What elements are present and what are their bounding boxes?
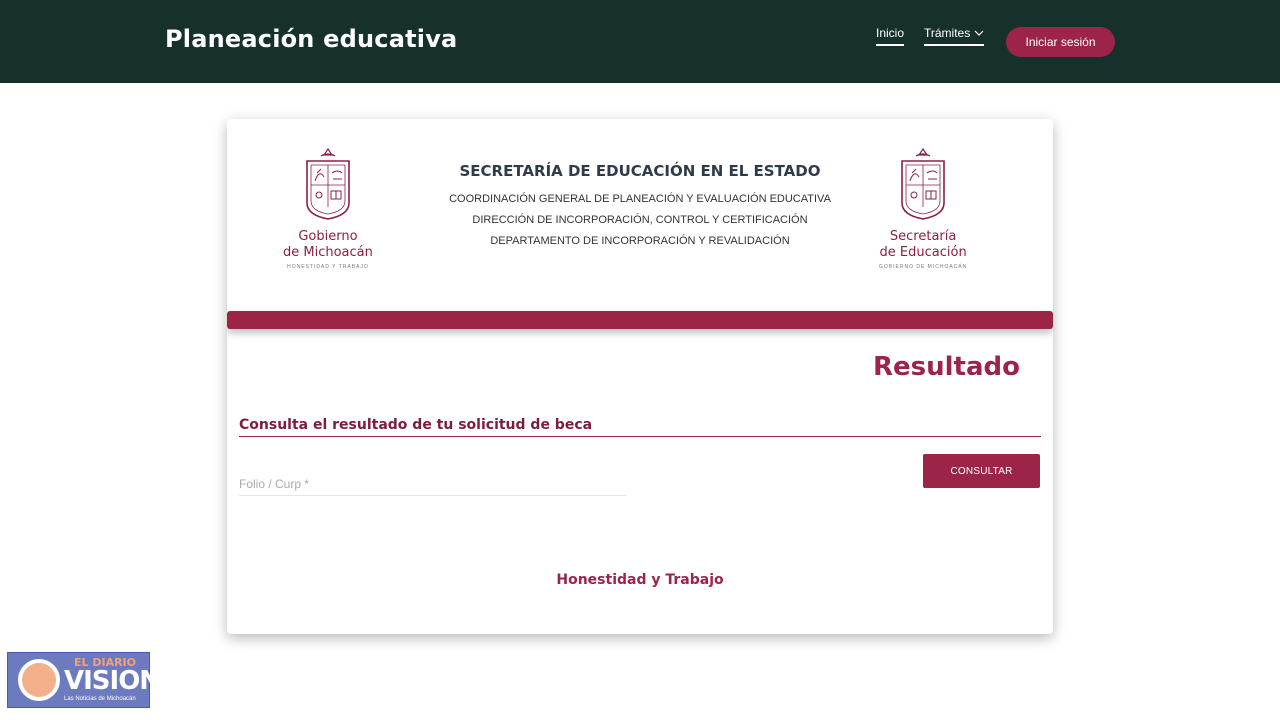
header-line-3: DEPARTAMENTO DE INCORPORACIÓN Y REVALIDA… — [490, 235, 790, 247]
logo-right-line2: de Educación — [879, 245, 967, 260]
header-line-2: DIRECCIÓN DE INCORPORACIÓN, CONTROL Y CE… — [472, 214, 808, 226]
top-navbar: Planeación educativa Inicio Trámites Ini… — [0, 0, 1280, 83]
chevron-down-icon — [974, 30, 984, 36]
logo-left-sub: HONESTIDAD Y TRABAJO — [287, 264, 369, 270]
coat-of-arms-icon — [306, 147, 350, 220]
secretaria-educacion-logo: Secretaría de Educación GOBIERNO DE MICH… — [879, 147, 967, 270]
brand-title[interactable]: Planeación educativa — [165, 25, 457, 53]
consult-button[interactable]: CONSULTAR — [923, 454, 1040, 488]
header-line-1: COORDINACIÓN GENERAL DE PLANEACIÓN Y EVA… — [449, 193, 831, 205]
nav-link-tramites[interactable]: Trámites — [924, 26, 985, 46]
nav-tramites-label: Trámites — [924, 26, 971, 40]
login-button[interactable]: Iniciar sesión — [1006, 27, 1115, 57]
secretaria-title: SECRETARÍA DE EDUCACIÓN EN EL ESTADO — [459, 162, 821, 180]
logo-right-sub: GOBIERNO DE MICHOACÁN — [879, 264, 968, 270]
result-card: Gobierno de Michoacán HONESTIDAD Y TRABA… — [227, 119, 1053, 634]
coat-of-arms-icon — [901, 147, 945, 220]
result-heading: Resultado — [873, 352, 1020, 382]
gobierno-michoacan-logo: Gobierno de Michoacán HONESTIDAD Y TRABA… — [283, 147, 373, 270]
el-diario-vision-watermark: EL DIARIO VISION Las Noticias de Michoac… — [7, 652, 161, 708]
nav-link-inicio[interactable]: Inicio — [876, 26, 905, 46]
card-header: Gobierno de Michoacán HONESTIDAD Y TRABA… — [227, 119, 1053, 311]
logo-right-line1: Secretaría — [889, 229, 957, 244]
header-divider-band — [227, 311, 1053, 329]
motto-text: Honestidad y Trabajo — [556, 572, 724, 588]
section-title: Consulta el resultado de tu solicitud de… — [239, 417, 1041, 437]
header-text: SECRETARÍA DE EDUCACIÓN EN EL ESTADO COO… — [427, 162, 853, 252]
watermark-main: VISION — [64, 666, 161, 696]
folio-curp-input[interactable] — [239, 472, 626, 496]
vision-logo-circle-icon — [18, 659, 60, 701]
watermark-sub: Las Noticias de Michoacán — [64, 696, 136, 702]
logo-left-line1: Gobierno — [298, 229, 358, 244]
logo-left-line2: de Michoacán — [283, 245, 373, 260]
